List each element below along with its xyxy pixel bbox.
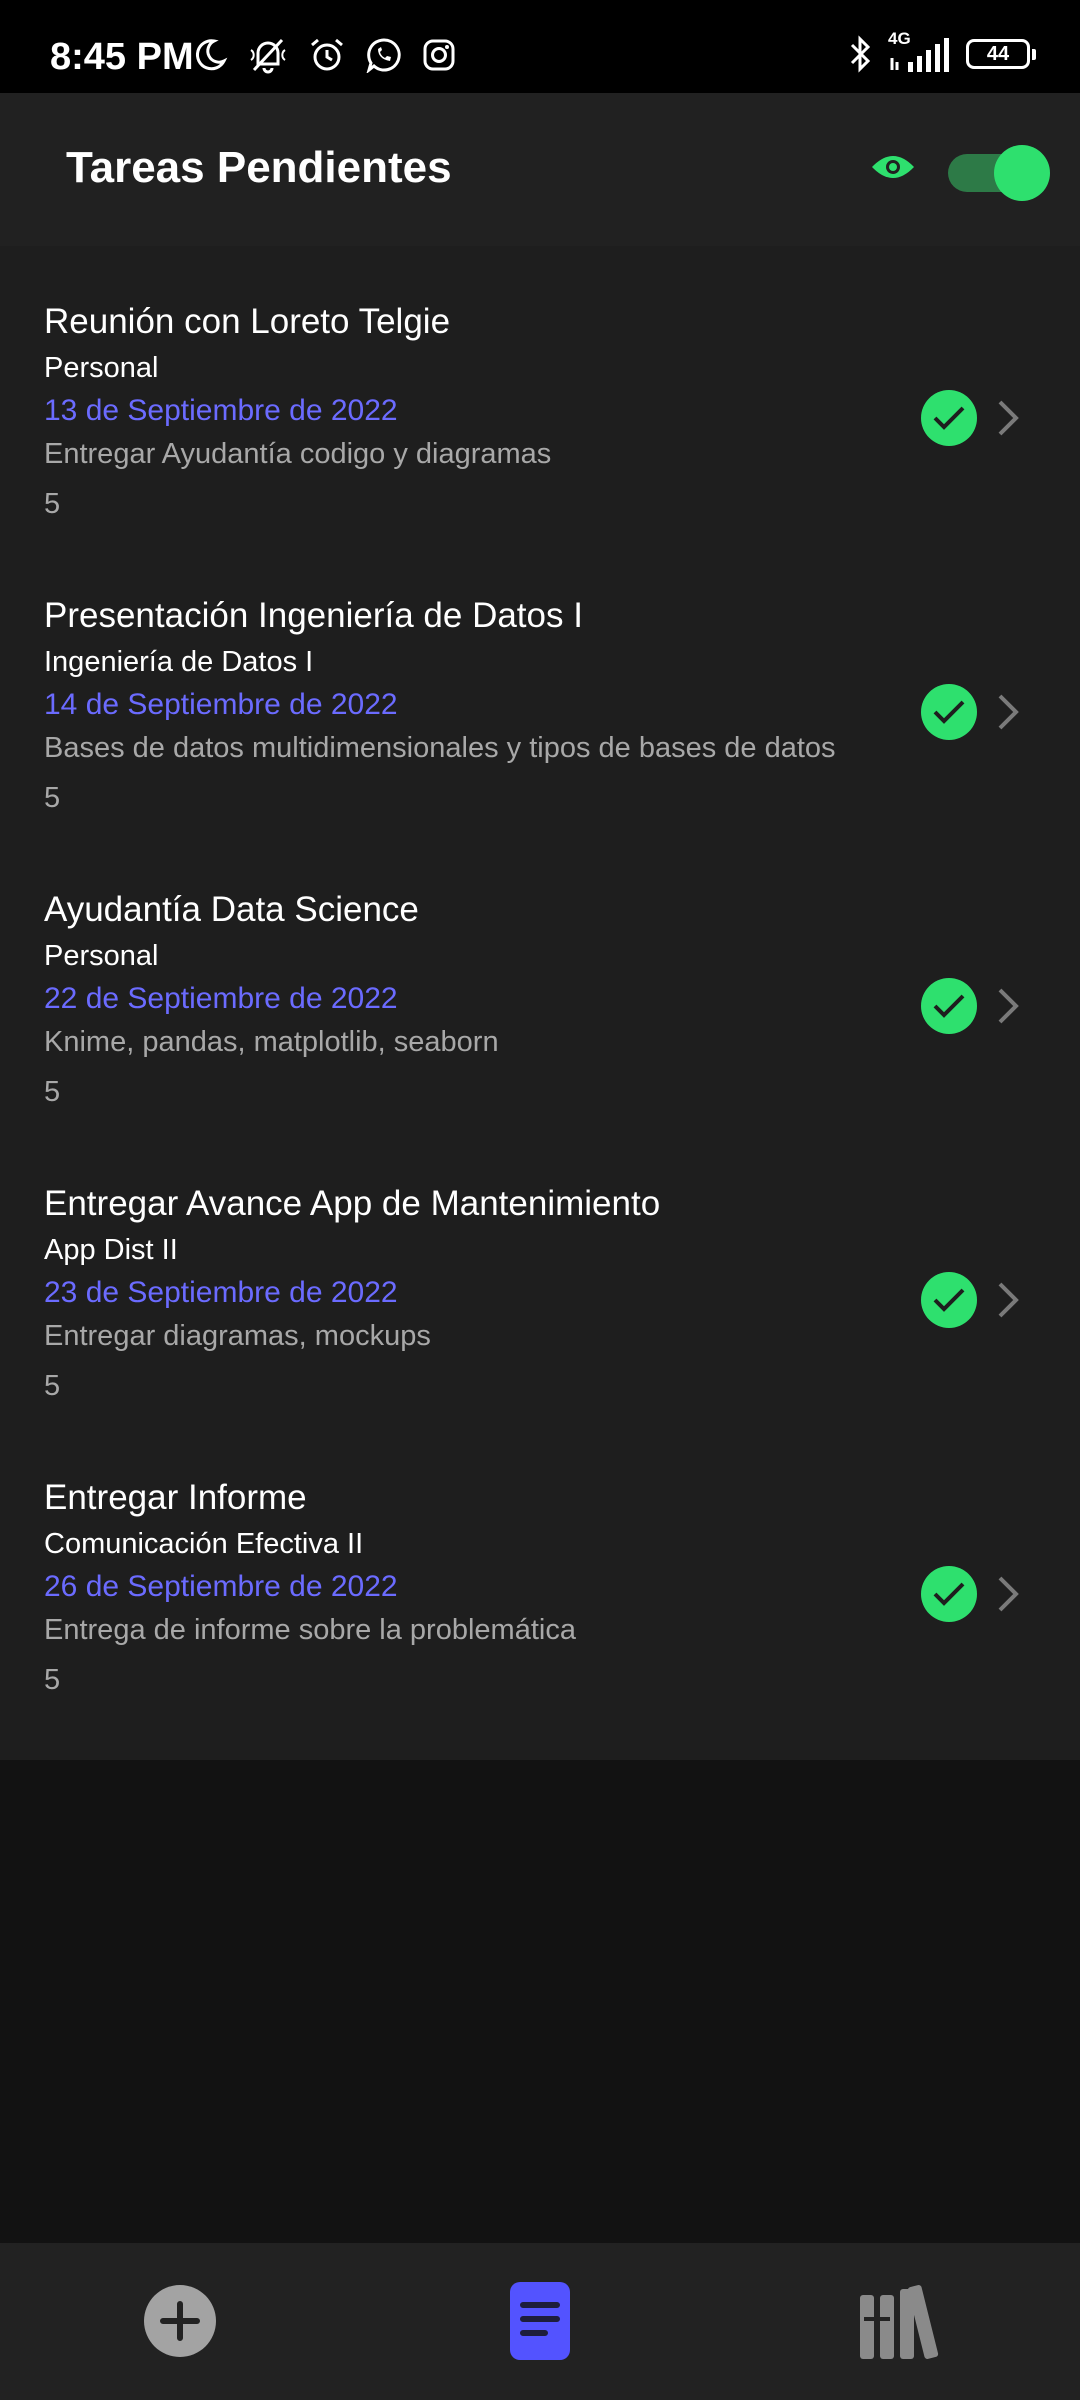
network-type: 4G (888, 29, 911, 48)
status-time: 8:45 PM (50, 36, 194, 78)
toggle-thumb (994, 145, 1050, 201)
signal-icon: 4G (888, 30, 952, 74)
nav-tasks-button[interactable] (500, 2281, 580, 2366)
task-description: Entregar Ayudantía codigo y diagramas (44, 438, 552, 470)
task-category: Comunicación Efectiva II (44, 1528, 364, 1560)
battery-level: 44 (986, 42, 1010, 65)
status-icons-right: 4G 44 (846, 30, 1036, 74)
task-item[interactable]: Ayudantía Data Science Personal 22 de Se… (0, 834, 1080, 1128)
whatsapp-icon (366, 37, 402, 73)
task-description: Knime, pandas, matplotlib, seaborn (44, 1026, 499, 1058)
chevron-right-icon[interactable] (996, 692, 1020, 737)
task-title: Entregar Informe (44, 1478, 307, 1517)
task-date: 23 de Septiembre de 2022 (44, 1276, 398, 1309)
task-item[interactable]: Reunión con Loreto Telgie Personal 13 de… (0, 246, 1080, 540)
tasks-icon (509, 2281, 571, 2366)
library-icon (858, 2281, 942, 2366)
app-bar: Tareas Pendientes (0, 93, 1080, 246)
check-icon[interactable] (921, 1566, 977, 1622)
battery-icon: 44 (966, 39, 1036, 69)
bottom-nav (0, 2243, 1080, 2400)
task-category: Personal (44, 352, 159, 384)
chevron-right-icon[interactable] (996, 1574, 1020, 1619)
task-item[interactable]: Presentación Ingeniería de Datos I Ingen… (0, 540, 1080, 834)
status-icons-left (192, 36, 456, 74)
page-title: Tareas Pendientes (66, 143, 452, 192)
alarm-icon (308, 36, 346, 74)
task-description: Bases de datos multidimensionales y tipo… (44, 732, 836, 764)
chevron-right-icon[interactable] (996, 398, 1020, 443)
check-icon[interactable] (921, 1272, 977, 1328)
task-count: 5 (44, 1664, 61, 1696)
task-date: 26 de Septiembre de 2022 (44, 1570, 398, 1603)
task-title: Ayudantía Data Science (44, 890, 419, 929)
check-icon[interactable] (921, 684, 977, 740)
task-category: App Dist II (44, 1234, 178, 1266)
task-count: 5 (44, 1076, 61, 1108)
task-description: Entrega de informe sobre la problemática (44, 1614, 576, 1646)
task-title: Reunión con Loreto Telgie (44, 302, 451, 341)
eye-icon[interactable] (870, 151, 916, 188)
task-date: 22 de Septiembre de 2022 (44, 982, 398, 1015)
moon-icon (192, 37, 228, 73)
task-title: Presentación Ingeniería de Datos I (44, 596, 583, 635)
bluetooth-icon (846, 34, 874, 74)
task-item[interactable]: Entregar Informe Comunicación Efectiva I… (0, 1422, 1080, 1716)
task-date: 14 de Septiembre de 2022 (44, 688, 398, 721)
bell-off-icon (248, 36, 288, 74)
task-count: 5 (44, 488, 61, 520)
check-icon[interactable] (921, 390, 977, 446)
task-category: Personal (44, 940, 159, 972)
show-completed-toggle[interactable] (948, 145, 1050, 201)
nav-add-button[interactable] (140, 2283, 220, 2363)
task-list: Reunión con Loreto Telgie Personal 13 de… (0, 246, 1080, 1760)
chevron-right-icon[interactable] (996, 1280, 1020, 1325)
task-count: 5 (44, 782, 61, 814)
task-date: 13 de Septiembre de 2022 (44, 394, 398, 427)
task-title: Entregar Avance App de Mantenimiento (44, 1184, 661, 1223)
chevron-right-icon[interactable] (996, 986, 1020, 1031)
check-icon[interactable] (921, 978, 977, 1034)
task-category: Ingeniería de Datos I (44, 646, 314, 678)
add-icon (143, 2284, 217, 2363)
task-count: 5 (44, 1370, 61, 1402)
nav-library-button[interactable] (860, 2283, 940, 2363)
task-description: Entregar diagramas, mockups (44, 1320, 431, 1352)
instagram-icon (422, 38, 456, 72)
status-bar: 8:45 PM 4G 44 (0, 0, 1080, 93)
task-item[interactable]: Entregar Avance App de Mantenimiento App… (0, 1128, 1080, 1422)
